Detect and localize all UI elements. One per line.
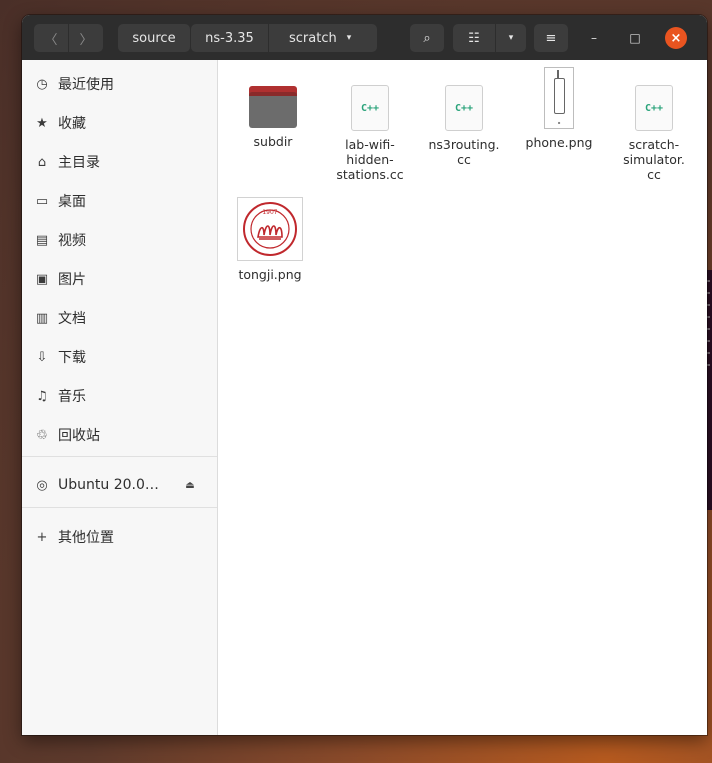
sidebar-item-label: 音乐 bbox=[58, 389, 86, 405]
home-icon: ⌂ bbox=[37, 154, 47, 170]
cpp-file-icon: C++ bbox=[635, 85, 673, 131]
sidebar-item-label: 其他位置 bbox=[58, 530, 114, 546]
clock-icon: ◷ bbox=[36, 76, 48, 92]
file-name: subdir bbox=[253, 134, 293, 149]
forward-button[interactable]: 〉 bbox=[69, 24, 103, 52]
sidebar-item-starred[interactable]: ★ 收藏 bbox=[22, 108, 217, 138]
list-view-icon: ☷ bbox=[468, 30, 480, 46]
maximize-icon: □ bbox=[629, 31, 641, 45]
sidebar-item-label: 图片 bbox=[58, 272, 86, 288]
music-icon: ♫ bbox=[36, 388, 48, 404]
breadcrumb-scratch[interactable]: scratch ▾ bbox=[269, 24, 377, 52]
sidebar-item-label: 下载 bbox=[58, 350, 86, 366]
maximize-button[interactable]: □ bbox=[624, 27, 646, 49]
minimize-button[interactable]: – bbox=[583, 27, 605, 49]
close-button[interactable]: × bbox=[665, 27, 687, 49]
sidebar-item-trash[interactable]: ♲ 回收站 bbox=[22, 420, 217, 450]
sidebar-item-label: 收藏 bbox=[58, 116, 86, 132]
search-icon: ⌕ bbox=[423, 30, 431, 46]
chevron-down-icon: ▾ bbox=[508, 33, 514, 43]
chevron-left-icon: 〈 bbox=[44, 32, 58, 48]
file-name: tongji.png bbox=[238, 267, 302, 282]
sidebar-item-label: 文档 bbox=[58, 311, 86, 327]
cpp-file-icon: C++ bbox=[351, 85, 389, 131]
file-item-phone-png[interactable]: ▪ phone.png bbox=[516, 67, 602, 150]
folder-icon bbox=[249, 86, 297, 128]
seal-thumbnail-icon: 1907 bbox=[237, 197, 303, 261]
close-icon: × bbox=[670, 30, 682, 46]
sidebar-item-documents[interactable]: ▥ 文档 bbox=[22, 303, 217, 333]
plus-icon: + bbox=[36, 529, 48, 545]
sidebar-item-desktop[interactable]: ▭ 桌面 bbox=[22, 186, 217, 216]
sidebar-item-ubuntu-volume[interactable]: ◎ Ubuntu 20.0… ⏏ bbox=[22, 470, 217, 500]
sidebar-item-videos[interactable]: ▤ 视频 bbox=[22, 225, 217, 255]
sidebar-item-home[interactable]: ⌂ 主目录 bbox=[22, 147, 217, 177]
download-icon: ⇩ bbox=[36, 349, 48, 365]
star-icon: ★ bbox=[36, 115, 48, 131]
file-item-ns3routing[interactable]: C++ ns3routing. cc bbox=[421, 85, 507, 167]
search-button[interactable]: ⌕ bbox=[410, 24, 444, 52]
chevron-right-icon: 〉 bbox=[79, 32, 93, 48]
phone-thumbnail-icon: ▪ bbox=[544, 67, 574, 129]
picture-icon: ▣ bbox=[35, 271, 49, 287]
header-bar: 〈 〉 source ns-3.35 scratch ▾ ⌕ ☷ ▾ ≡ – □… bbox=[22, 15, 707, 60]
eject-icon[interactable]: ⏏ bbox=[177, 474, 203, 496]
sidebar-item-label: 视频 bbox=[58, 233, 86, 249]
cpp-file-icon: C++ bbox=[445, 85, 483, 131]
sidebar: ◷ 最近使用 ★ 收藏 ⌂ 主目录 ▭ 桌面 ▤ 视频 ▣ 图片 ▥ 文档 ⇩ bbox=[22, 60, 218, 735]
view-list-button[interactable]: ☷ bbox=[453, 24, 495, 52]
file-item-tongji-png[interactable]: 1907 tongji.png bbox=[227, 197, 313, 282]
sidebar-item-pictures[interactable]: ▣ 图片 bbox=[22, 264, 217, 294]
file-item-scratch-simulator[interactable]: C++ scratch-simulator. cc bbox=[611, 85, 697, 182]
file-name: ns3routing. cc bbox=[428, 137, 500, 167]
sidebar-item-label: 回收站 bbox=[58, 428, 100, 444]
breadcrumb-source[interactable]: source bbox=[118, 24, 190, 52]
sidebar-item-label: Ubuntu 20.0… bbox=[58, 477, 159, 493]
file-item-lab-wifi-hidden-stations[interactable]: C++ lab-wifi-hidden-stations.cc bbox=[327, 85, 413, 182]
sidebar-divider bbox=[22, 507, 217, 508]
file-name: scratch-simulator. cc bbox=[623, 137, 685, 182]
sidebar-item-label: 最近使用 bbox=[58, 77, 114, 93]
svg-text:1907: 1907 bbox=[262, 209, 277, 216]
sidebar-divider bbox=[22, 456, 217, 457]
video-icon: ▤ bbox=[35, 232, 49, 248]
breadcrumb-ns-3-35[interactable]: ns-3.35 bbox=[191, 24, 268, 52]
disc-icon: ◎ bbox=[36, 477, 48, 493]
sidebar-item-music[interactable]: ♫ 音乐 bbox=[22, 381, 217, 411]
university-seal-icon: 1907 bbox=[243, 202, 297, 256]
file-manager-window: 〈 〉 source ns-3.35 scratch ▾ ⌕ ☷ ▾ ≡ – □… bbox=[22, 15, 707, 735]
sidebar-item-label: 主目录 bbox=[58, 155, 100, 171]
view-options-button[interactable]: ▾ bbox=[496, 24, 526, 52]
file-grid: subdir C++ lab-wifi-hidden-stations.cc C… bbox=[218, 60, 707, 735]
file-name: lab-wifi-hidden-stations.cc bbox=[336, 137, 404, 182]
file-item-subdir[interactable]: subdir bbox=[230, 86, 316, 149]
main-menu-button[interactable]: ≡ bbox=[534, 24, 568, 52]
trash-icon: ♲ bbox=[36, 427, 48, 443]
hamburger-icon: ≡ bbox=[545, 30, 557, 46]
file-name: phone.png bbox=[525, 135, 593, 150]
chevron-down-icon: ▾ bbox=[346, 33, 352, 43]
sidebar-item-other-locations[interactable]: + 其他位置 bbox=[22, 522, 217, 552]
sidebar-item-recent[interactable]: ◷ 最近使用 bbox=[22, 69, 217, 99]
sidebar-item-downloads[interactable]: ⇩ 下载 bbox=[22, 342, 217, 372]
sidebar-item-label: 桌面 bbox=[58, 194, 86, 210]
back-button[interactable]: 〈 bbox=[34, 24, 68, 52]
desktop-icon: ▭ bbox=[35, 193, 49, 209]
minimize-icon: – bbox=[591, 31, 597, 45]
document-icon: ▥ bbox=[35, 310, 49, 326]
